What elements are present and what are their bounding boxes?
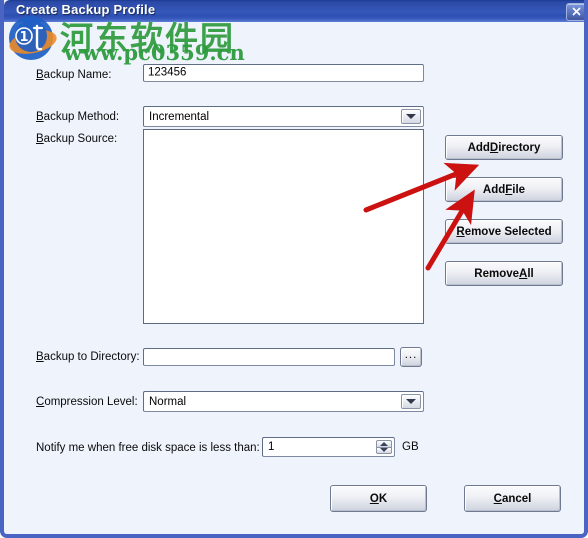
add-file-label-suffix: ile	[512, 183, 526, 196]
backup-method-label: Backup Method:	[36, 111, 119, 123]
backup-name-input[interactable]: 123456	[143, 64, 424, 82]
cancel-accel: C	[493, 492, 502, 505]
triangle-up-glyph	[380, 441, 388, 446]
chevron-down-icon[interactable]	[401, 109, 421, 124]
backup-source-accel: B	[36, 133, 44, 145]
backup-to-directory-input[interactable]	[143, 348, 395, 366]
triangle-down-icon[interactable]	[376, 446, 392, 454]
remove-selected-label-suffix: emove Selected	[464, 225, 552, 238]
add-file-button[interactable]: Add File	[445, 177, 563, 202]
close-icon[interactable]	[566, 3, 584, 21]
add-directory-label-suffix: irectory	[498, 141, 541, 154]
stepper-buttons[interactable]	[376, 440, 392, 454]
backup-source-label-rest: ackup Source:	[43, 133, 118, 145]
browse-directory-label: ...	[404, 349, 418, 361]
backup-method-label-rest: ackup Method:	[43, 111, 120, 123]
add-directory-label-prefix: Add	[467, 141, 490, 154]
backup-method-accel: B	[36, 111, 44, 123]
chevron-down-glyph	[406, 114, 416, 119]
add-file-label-prefix: Add	[482, 183, 506, 196]
backup-name-accel: B	[36, 69, 44, 81]
backup-name-label-rest: ackup Name:	[43, 69, 112, 81]
backup-name-label: Backup Name:	[36, 69, 111, 81]
triangle-down-glyph	[380, 448, 388, 453]
remove-all-label-prefix: Remove	[474, 267, 520, 280]
close-glyph	[572, 7, 581, 16]
backup-to-directory-accel: B	[36, 351, 44, 363]
compression-level-label: Compression Level:	[36, 396, 138, 408]
chevron-down-icon[interactable]	[401, 394, 421, 409]
compression-level-value: Normal	[149, 395, 187, 408]
cancel-label-suffix: ancel	[501, 492, 532, 505]
create-backup-profile-dialog: Create Backup Profile Backup Name: 12345…	[0, 0, 588, 538]
add-directory-button[interactable]: Add Directory	[445, 135, 563, 160]
cancel-button[interactable]: Cancel	[464, 485, 561, 512]
remove-selected-button[interactable]: Remove Selected	[445, 219, 563, 244]
dialog-body: Backup Name: 123456 Backup Method: Incre…	[4, 22, 584, 534]
backup-to-directory-label-rest: ackup to Directory:	[43, 351, 140, 363]
backup-source-label: Backup Source:	[36, 133, 117, 145]
notify-disk-space-value: 1	[268, 441, 275, 453]
window-title: Create Backup Profile	[16, 2, 156, 17]
notify-disk-space-unit: GB	[402, 441, 419, 453]
notify-disk-space-stepper[interactable]: 1	[262, 437, 395, 457]
compression-level-label-rest: ompression Level:	[44, 396, 138, 408]
add-directory-accel: D	[489, 141, 499, 154]
backup-method-value: Incremental	[149, 110, 210, 123]
remove-all-button[interactable]: Remove All	[445, 261, 563, 286]
notify-disk-space-label: Notify me when free disk space is less t…	[36, 442, 260, 454]
triangle-up-icon[interactable]	[376, 440, 392, 447]
backup-source-listbox[interactable]	[143, 129, 424, 324]
remove-all-label-suffix: ll	[527, 267, 534, 280]
browse-directory-button[interactable]: ...	[400, 347, 422, 367]
ok-label-suffix: K	[378, 492, 388, 505]
add-file-accel: F	[505, 183, 513, 196]
ok-button[interactable]: OK	[330, 485, 427, 512]
remove-selected-accel: R	[456, 225, 465, 238]
chevron-down-glyph	[406, 399, 416, 404]
remove-all-accel: A	[519, 267, 528, 280]
backup-method-select[interactable]: Incremental	[143, 106, 424, 127]
backup-to-directory-label: Backup to Directory:	[36, 351, 140, 363]
compression-level-select[interactable]: Normal	[143, 391, 424, 412]
backup-name-value: 123456	[148, 66, 187, 79]
title-bar: Create Backup Profile	[4, 0, 584, 22]
ok-accel: O	[369, 492, 379, 505]
